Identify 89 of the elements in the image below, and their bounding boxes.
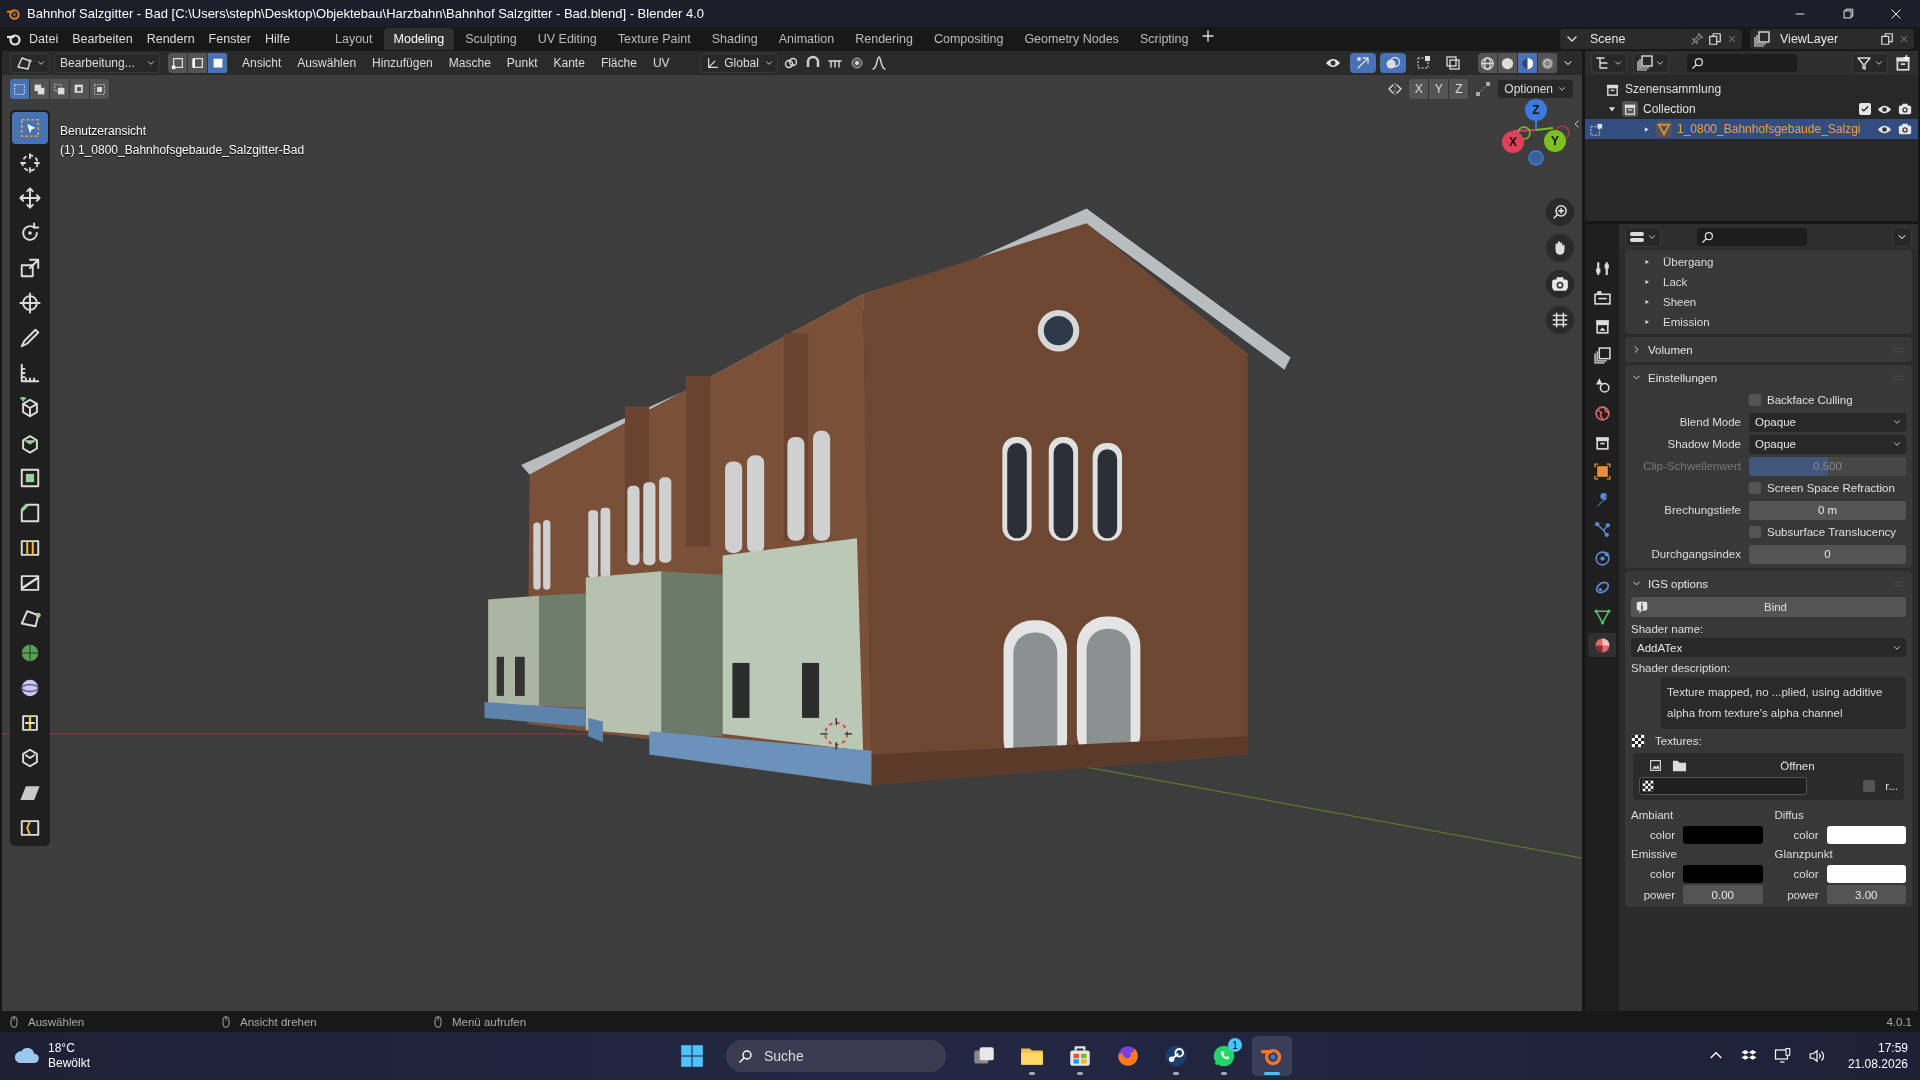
number-field[interactable]: 0 — [1749, 544, 1906, 564]
workspace-tab[interactable]: Modeling — [383, 28, 455, 50]
field-label: Durchgangsindex — [1650, 548, 1741, 560]
field-label: color — [1792, 828, 1819, 841]
view-name: Benutzeransicht — [60, 124, 148, 138]
field-label: power — [1642, 888, 1675, 901]
panel-header[interactable]: Einstellungen — [1648, 371, 1718, 384]
menu-item[interactable]: Kante — [547, 54, 591, 72]
field-label: Diffus — [1774, 808, 1805, 823]
tree-row[interactable]: 1_0800_Bahnhofsgebaude_Salzgi — [1585, 119, 1918, 139]
temperature-label: 18°C — [48, 1041, 76, 1056]
checkbox-label: Backface Culling — [1767, 394, 1853, 406]
slider-value: 0.500 — [1812, 459, 1843, 472]
subpanel-header[interactable]: Sheen — [1663, 296, 1697, 308]
number-field[interactable]: 0.00 — [1683, 885, 1763, 904]
menu-item[interactable]: Masche — [442, 54, 497, 72]
shader-description: Texture mapped, no ...plied, using additive alpha from texture's alpha channel — [1661, 677, 1906, 729]
field-label: Clip-Schwellenwert — [1642, 460, 1741, 472]
version-label: 4.0.1 — [1886, 1015, 1912, 1028]
panel-header[interactable]: IGS options — [1648, 577, 1709, 590]
menu-item[interactable]: Rendern — [139, 29, 202, 49]
field-label: power — [1786, 888, 1819, 901]
mode-dropdown[interactable]: Bearbeitung... — [54, 53, 160, 73]
weather-label: Bewölkt — [48, 1056, 91, 1071]
gizmo-axis-button[interactable]: Z — [1525, 99, 1547, 121]
options-dropdown[interactable]: Optionen — [1497, 79, 1574, 99]
menu-item[interactable]: Punkt — [500, 54, 544, 72]
bind-button[interactable]: Bind — [1631, 597, 1906, 617]
number-field[interactable]: 3.00 — [1826, 885, 1906, 904]
subpanel-header[interactable]: Emission — [1663, 316, 1710, 328]
checkbox-label: Screen Space Refraction — [1767, 482, 1895, 494]
workspace-tab[interactable]: Animation — [768, 28, 845, 50]
field-label: Textures: — [1655, 735, 1702, 747]
workspace-tab[interactable]: Compositing — [923, 28, 1014, 50]
field-label: Blend Mode — [1678, 416, 1741, 428]
checkbox-label: Subsurface Translucency — [1767, 526, 1897, 538]
field-label: Ambiant — [1631, 808, 1675, 823]
field-label: Brechungstiefe — [1663, 504, 1741, 516]
tree-item-label: Collection — [1643, 102, 1696, 116]
menu-item[interactable]: Ansicht — [236, 54, 288, 72]
gizmo-axis-button[interactable]: Y — [1544, 130, 1566, 152]
menu-item[interactable]: Auswählen — [291, 54, 363, 72]
panel-header[interactable]: Volumen — [1648, 343, 1693, 356]
field-label: Glanzpunkt — [1774, 847, 1834, 862]
window-title: Bahnhof Salzgitter - Bad [C:\Users\steph\Desktop\Objektebau\Harzbahn\Bahnhof Salzgitter - Bad.blend] - Blender 4.0 — [27, 6, 706, 21]
workspace-tab[interactable]: Sculpting — [455, 28, 527, 50]
tree-item[interactable]: Szenensammlung — [1625, 82, 1722, 96]
workspace-tab[interactable]: Geometry Nodes — [1014, 28, 1129, 50]
field-label: Shader description: — [1631, 661, 1732, 676]
field-label: Shader name: — [1631, 622, 1705, 637]
tree-item-label: 1_0800_Bahnhofsgebaude_Salzgi — [1677, 122, 1861, 136]
menu-item[interactable]: Hinzufügen — [366, 54, 439, 72]
subpanel-header[interactable]: Übergang — [1663, 256, 1714, 268]
workspace-tab[interactable]: Texture Paint — [607, 28, 701, 50]
checkbox-label: r... — [1885, 780, 1898, 792]
taskbar-app-button[interactable]: 1 — [1204, 1036, 1244, 1076]
search-field[interactable]: Suche — [726, 1040, 946, 1072]
number-field[interactable]: 0 m — [1749, 500, 1906, 520]
status-hint: Ansicht drehen — [240, 1015, 317, 1028]
gizmo-axis-button[interactable]: X — [1502, 131, 1524, 153]
field-label: color — [1792, 867, 1819, 880]
tree-row[interactable]: Collection — [1585, 99, 1918, 119]
subpanel-header[interactable]: Lack — [1663, 276, 1688, 288]
workspace-tab[interactable]: Shading — [701, 28, 768, 50]
menu-item[interactable]: Bearbeiten — [65, 29, 140, 49]
menu-item[interactable]: Hilfe — [258, 29, 297, 49]
status-hint: Auswählen — [28, 1015, 85, 1028]
open-button[interactable]: Öffnen — [1697, 759, 1898, 772]
field-label: color — [1649, 867, 1675, 880]
dropdown[interactable]: Opaque — [1749, 434, 1906, 454]
shader-dropdown[interactable]: AddATex — [1631, 638, 1906, 657]
menu-item[interactable]: Datei — [22, 29, 66, 49]
workspace-tab[interactable]: Rendering — [845, 28, 923, 50]
workspace-tab[interactable]: UV Editing — [527, 28, 607, 50]
workspace-tab[interactable]: Layout — [325, 28, 383, 50]
field-label: Emissive — [1631, 847, 1678, 862]
notification-badge: 1 — [1228, 1038, 1242, 1052]
field-label: Shadow Mode — [1666, 438, 1741, 450]
status-hint: Menü aufrufen — [452, 1015, 527, 1028]
orientation-dropdown[interactable]: Global — [699, 53, 778, 73]
axis-toggle-button[interactable]: X — [1409, 79, 1430, 99]
clock[interactable]: 17:59 21.08.2026 — [1847, 1040, 1908, 1072]
menu-item[interactable]: Fenster — [201, 29, 258, 49]
object-label: (1) 1_0800_Bahnhofsgebaude_Salzgitter-Bad — [60, 143, 305, 157]
menu-item[interactable]: Fläche — [594, 54, 643, 72]
dropdown[interactable]: Opaque — [1749, 412, 1906, 432]
workspace-tab[interactable]: Scripting — [1129, 28, 1199, 50]
field-label: color — [1649, 828, 1675, 841]
menu-item[interactable]: UV — [646, 54, 676, 72]
